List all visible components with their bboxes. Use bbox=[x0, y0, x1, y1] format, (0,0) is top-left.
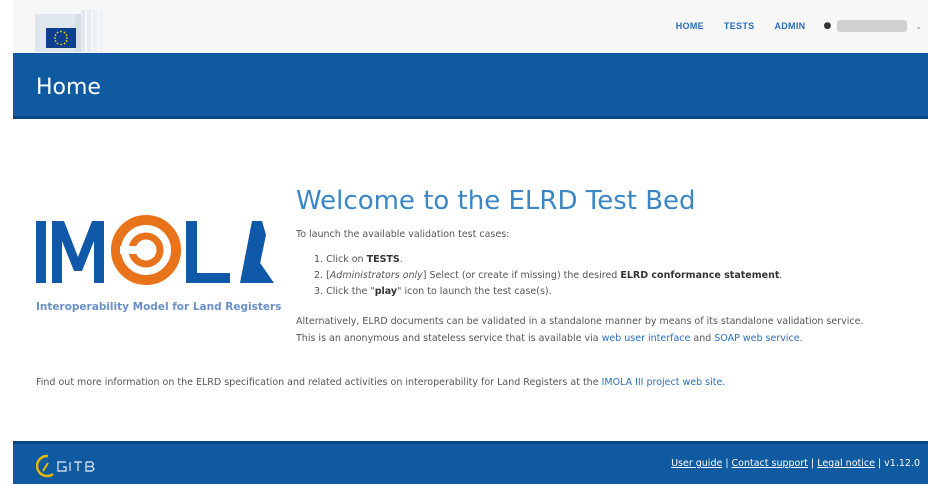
list-item: 1. Click on TESTS. bbox=[314, 254, 403, 265]
nav-tests-link[interactable]: TESTS bbox=[724, 21, 755, 31]
version-label: v1.12.0 bbox=[884, 458, 920, 469]
nav-home-link[interactable]: HOME bbox=[676, 21, 704, 31]
imola-project-link[interactable]: IMOLA III project web site bbox=[602, 377, 723, 388]
eu-flag-logo[interactable] bbox=[35, 10, 123, 52]
more-info-text: Find out more information on the ELRD sp… bbox=[36, 377, 726, 388]
contact-support-link[interactable]: Contact support bbox=[732, 458, 808, 469]
alternative-text: Alternatively, ELRD documents can be val… bbox=[296, 316, 864, 344]
list-item: 2. [Administrators only] Select (or crea… bbox=[314, 270, 783, 281]
nav-admin-link[interactable]: ADMIN bbox=[774, 21, 805, 31]
legal-notice-link[interactable]: Legal notice bbox=[817, 458, 875, 469]
welcome-heading: Welcome to the ELRD Test Bed bbox=[296, 186, 696, 216]
top-navbar: HOME TESTS ADMIN ● ⌄ bbox=[13, 0, 928, 52]
user-name-redacted bbox=[837, 20, 908, 32]
nav-links: HOME TESTS ADMIN ● ⌄ bbox=[656, 0, 922, 52]
user-menu[interactable]: ● ⌄ bbox=[823, 20, 922, 32]
soap-service-link[interactable]: SOAP web service bbox=[714, 333, 799, 344]
imola-logo bbox=[36, 215, 274, 285]
list-item: 3. Click the "play" icon to launch the t… bbox=[314, 286, 552, 297]
web-ui-link[interactable]: web user interface bbox=[602, 333, 691, 344]
steps-list: 1. Click on TESTS. 2. [Administrators on… bbox=[314, 252, 782, 300]
footer: User guide | Contact support | Legal notice |… bbox=[13, 441, 928, 484]
user-guide-link[interactable]: User guide bbox=[671, 458, 722, 469]
gitb-logo[interactable] bbox=[36, 453, 108, 479]
page-title: Home bbox=[36, 75, 101, 100]
intro-text: To launch the available validation test … bbox=[296, 229, 510, 240]
imola-subtitle: Interoperability Model for Land Register… bbox=[36, 301, 282, 313]
chevron-down-icon: ⌄ bbox=[915, 21, 922, 31]
page-header: Home bbox=[13, 53, 928, 119]
footer-links: User guide | Contact support | Legal notice |… bbox=[671, 458, 920, 469]
user-icon: ● bbox=[823, 21, 832, 31]
